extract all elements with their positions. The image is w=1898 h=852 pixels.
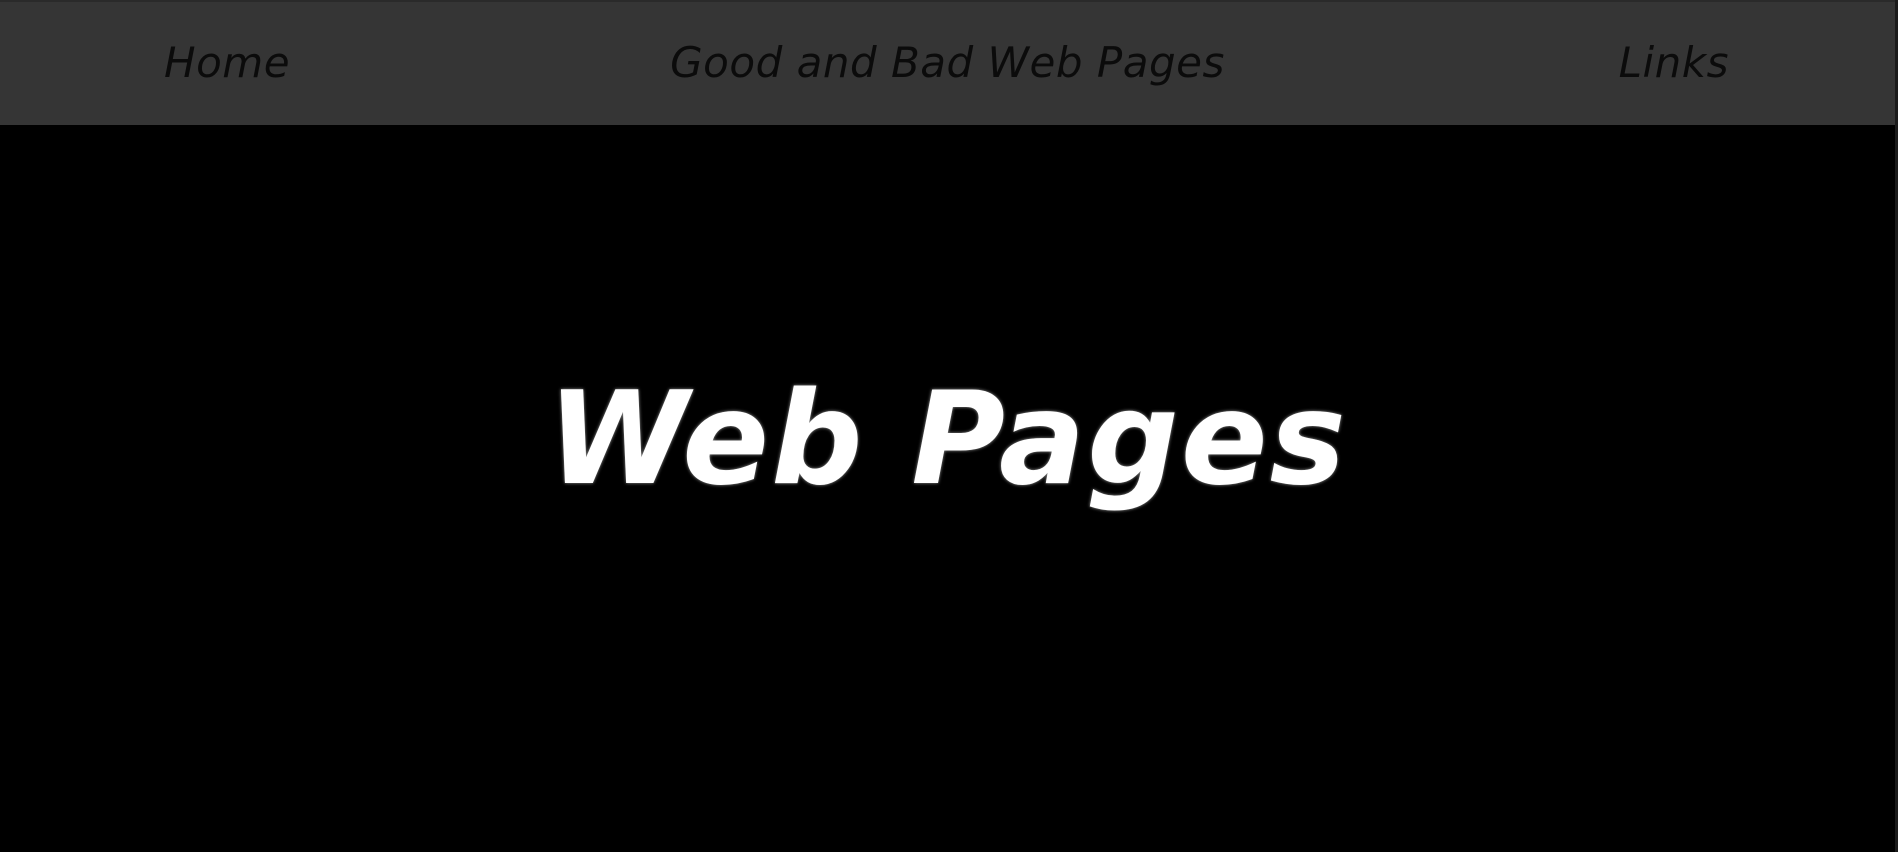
site-title: Good and Bad Web Pages bbox=[670, 38, 1225, 87]
page: Home Good and Bad Web Pages Links Web Pa… bbox=[0, 0, 1898, 852]
hero-title: Web Pages bbox=[547, 365, 1348, 514]
links-link[interactable]: Links bbox=[1619, 36, 1729, 90]
top-navigation-bar: Home Good and Bad Web Pages Links bbox=[0, 0, 1895, 125]
